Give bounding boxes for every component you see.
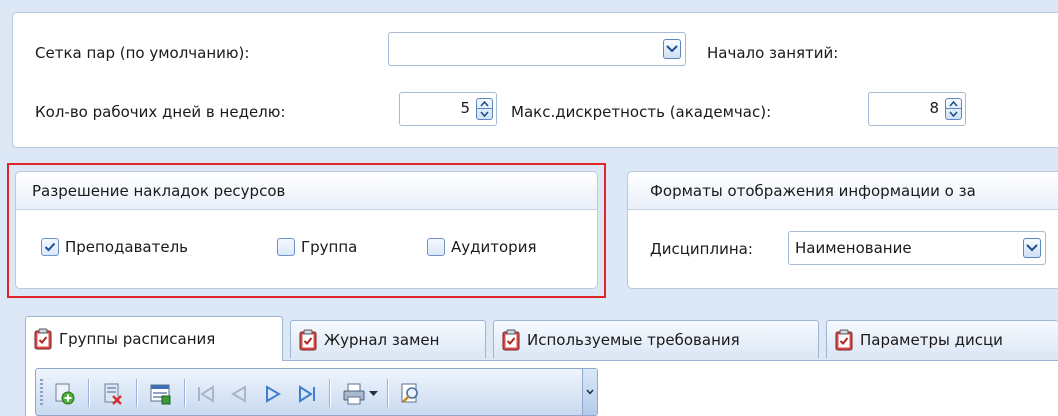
last-icon[interactable] — [294, 381, 320, 407]
grid-combobox[interactable] — [388, 32, 686, 66]
discreteness-spin-buttons[interactable] — [945, 98, 962, 120]
discreteness-spinner[interactable]: 8 — [868, 92, 966, 126]
toolbar-separator — [387, 379, 388, 407]
clipboard-check-icon — [299, 329, 317, 351]
clipboard-check-icon — [34, 328, 52, 350]
first-icon[interactable] — [193, 381, 219, 407]
tab-discipline-params[interactable]: Параметры дисци — [826, 320, 1058, 358]
workdays-label: Кол-во рабочих дней в неделю: — [35, 103, 286, 121]
discipline-dropdown-button[interactable] — [1023, 238, 1041, 258]
discipline-value: Наименование — [795, 239, 912, 257]
find-icon[interactable] — [398, 381, 424, 407]
display-formats-title: Форматы отображения информации о за — [650, 182, 976, 200]
highlight-frame — [7, 163, 606, 298]
chevron-down-icon — [666, 45, 678, 53]
spin-up-icon[interactable] — [477, 99, 492, 109]
discreteness-value: 8 — [929, 99, 939, 117]
tab-strip: Группы расписания Журнал замен Используе… — [25, 316, 1058, 362]
next-icon[interactable] — [260, 381, 286, 407]
spin-down-icon[interactable] — [946, 109, 961, 119]
delete-icon[interactable] — [100, 381, 126, 407]
tab-discipline-params-label: Параметры дисци — [860, 330, 1003, 349]
tab-schedule-groups-label: Группы расписания — [59, 330, 216, 348]
discipline-combobox[interactable]: Наименование — [788, 231, 1046, 265]
chevron-down-icon — [586, 389, 594, 395]
spin-up-icon[interactable] — [946, 99, 961, 109]
start-label: Начало занятий: — [707, 44, 839, 62]
workdays-spinner[interactable]: 5 — [399, 92, 497, 126]
workdays-value: 5 — [460, 99, 470, 117]
edit-icon[interactable] — [148, 381, 174, 407]
tab-used-requirements[interactable]: Используемые требования — [493, 320, 819, 358]
dropdown-icon[interactable] — [366, 381, 380, 407]
prev-icon[interactable] — [226, 381, 252, 407]
toolbar-grip[interactable] — [40, 379, 43, 407]
tab-replacements-log[interactable]: Журнал замен — [290, 320, 486, 358]
tab-used-requirements-label: Используемые требования — [527, 330, 740, 349]
grid-label: Сетка пар (по умолчанию): — [35, 44, 250, 62]
tab-replacements-log-label: Журнал замен — [324, 330, 440, 349]
toolbar-overflow-button[interactable] — [582, 369, 597, 415]
tab-schedule-groups[interactable]: Группы расписания — [25, 316, 283, 361]
toolbar-separator — [88, 379, 89, 407]
clipboard-check-icon — [502, 329, 520, 351]
toolbar-separator — [184, 379, 185, 407]
chevron-down-icon — [1026, 244, 1038, 252]
discreteness-label: Макс.дискретность (академчас): — [511, 103, 772, 121]
display-formats-header: Форматы отображения информации о за — [628, 172, 1058, 210]
discipline-label: Дисциплина: — [650, 240, 753, 258]
toolbar-separator — [136, 379, 137, 407]
add-icon[interactable] — [52, 381, 78, 407]
display-formats-group: Форматы отображения информации о за Дисц… — [627, 171, 1058, 289]
print-icon[interactable] — [341, 381, 367, 407]
workdays-spin-buttons[interactable] — [476, 98, 493, 120]
spin-down-icon[interactable] — [477, 109, 492, 119]
clipboard-check-icon — [835, 329, 853, 351]
schedule-settings-panel: Сетка пар (по умолчанию): Начало занятий… — [12, 12, 1058, 148]
grid-dropdown-button[interactable] — [663, 39, 681, 59]
toolbar-separator — [329, 379, 330, 407]
records-toolbar — [35, 368, 598, 416]
